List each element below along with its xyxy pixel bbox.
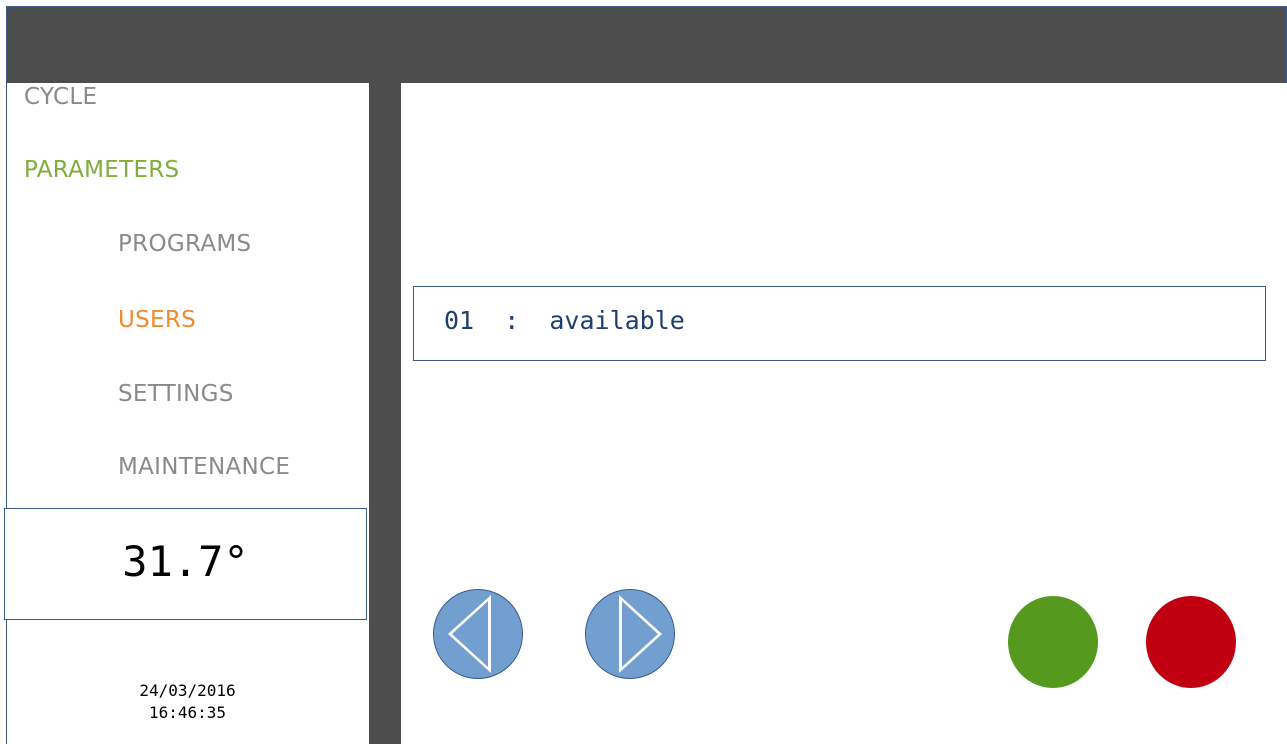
header-bar xyxy=(6,6,1287,83)
previous-button[interactable] xyxy=(433,589,523,679)
nav-item-cycle[interactable]: CYCLE xyxy=(24,84,97,110)
triangle-left-icon xyxy=(448,595,491,673)
triangle-right-icon xyxy=(619,595,662,673)
nav-item-programs[interactable]: PROGRAMS xyxy=(118,231,251,257)
nav-item-settings[interactable]: SETTINGS xyxy=(118,381,234,407)
nav-item-parameters[interactable]: PARAMETERS xyxy=(24,157,179,183)
temperature-panel: 31.7° xyxy=(4,508,367,620)
user-status-field: 01 : available xyxy=(413,286,1266,361)
nav-item-maintenance[interactable]: MAINTENANCE xyxy=(118,454,290,480)
date-label: 24/03/2016 xyxy=(139,681,236,700)
temperature-readout: 31.7° xyxy=(122,536,249,586)
user-status-text: 01 : available xyxy=(444,306,685,335)
cancel-button[interactable] xyxy=(1146,596,1236,688)
sidebar-divider xyxy=(369,83,401,744)
confirm-button[interactable] xyxy=(1008,596,1098,688)
datetime: 24/03/2016 16:46:35 xyxy=(6,680,369,724)
next-button[interactable] xyxy=(585,589,675,679)
nav-item-users[interactable]: USERS xyxy=(118,307,196,333)
time-label: 16:46:35 xyxy=(148,703,227,722)
